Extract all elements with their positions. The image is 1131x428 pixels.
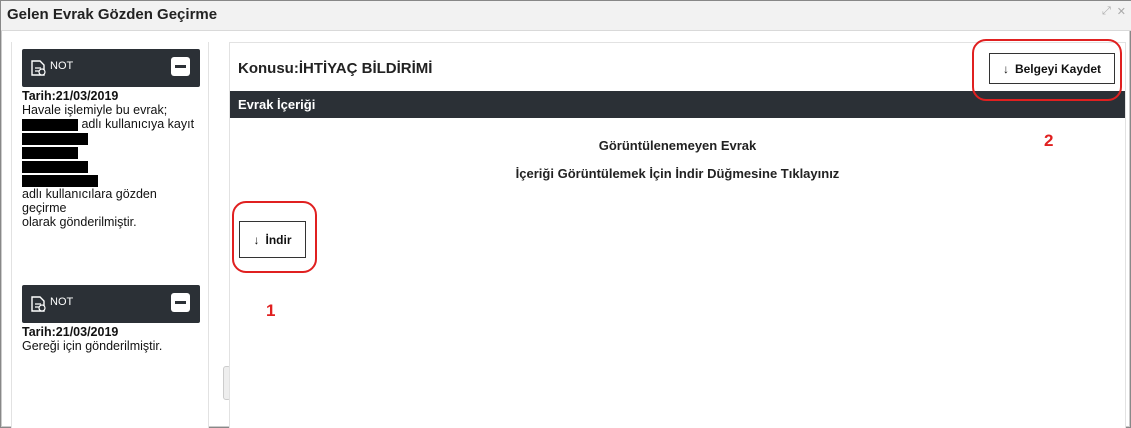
doc-instruction: İçeriği Görüntülemek İçin İndir Düğmesin… — [515, 166, 840, 181]
note-line: Havale işlemiyle bu evrak; — [22, 103, 168, 117]
note-line: adlı kullanıcılara gözden — [22, 187, 157, 201]
collapse-minus-icon[interactable] — [171, 57, 190, 76]
note-label: NOT — [50, 60, 74, 72]
note-line: adlı kullanıcıya kayıt — [22, 117, 200, 131]
notes-panel: NOT Tarih:21/03/2019 Havale işlemiyle bu… — [11, 42, 209, 428]
note-header: NOT — [22, 49, 200, 87]
window-titlebar: Gelen Evrak Gözden Geçirme ⤢ ✕ — [1, 1, 1131, 31]
note-body: Tarih:21/03/2019 Havale işlemiyle bu evr… — [22, 87, 200, 229]
note-date: Tarih:21/03/2019 — [22, 325, 119, 339]
note-line: olarak gönderilmiştir. — [22, 215, 137, 229]
redacted-block — [22, 174, 98, 187]
annotation-highlight-2 — [972, 39, 1122, 101]
doc-heading: Görüntülenemeyen Evrak — [598, 138, 757, 153]
note-doc-icon — [31, 296, 46, 312]
note-doc-icon — [31, 60, 46, 76]
note-card: NOT Tarih:21/03/2019 Gereği için gönderi… — [22, 285, 200, 353]
redacted-block — [22, 160, 88, 173]
note-body: Tarih:21/03/2019 Gereği için gönderilmiş… — [22, 323, 200, 353]
review-window: Gelen Evrak Gözden Geçirme ⤢ ✕ NOT Tarih… — [0, 0, 1131, 428]
note-line: Gereği için gönderilmiştir. — [22, 339, 163, 353]
note-card: NOT Tarih:21/03/2019 Havale işlemiyle bu… — [22, 49, 200, 229]
redacted-block — [22, 146, 78, 159]
note-label: NOT — [50, 296, 74, 308]
collapse-minus-icon[interactable] — [171, 293, 190, 312]
section-title: Evrak İçeriği — [238, 97, 316, 112]
expand-window-icon[interactable]: ⤢ — [1102, 5, 1111, 18]
redacted-block — [22, 118, 78, 131]
annotation-number-2: 2 — [1044, 131, 1054, 150]
window-title: Gelen Evrak Gözden Geçirme — [7, 6, 218, 23]
note-date: Tarih:21/03/2019 — [22, 89, 119, 103]
close-icon[interactable]: ✕ — [1117, 5, 1126, 18]
window-controls: ⤢ ✕ — [1102, 5, 1126, 18]
redacted-block — [22, 132, 88, 145]
annotation-number-1: 1 — [266, 301, 276, 320]
document-subject: Konusu:İHTİYAÇ BİLDİRİMİ — [238, 60, 433, 77]
note-header: NOT — [22, 285, 200, 323]
note-line: geçirme — [22, 201, 67, 215]
annotation-highlight-1 — [232, 201, 317, 273]
